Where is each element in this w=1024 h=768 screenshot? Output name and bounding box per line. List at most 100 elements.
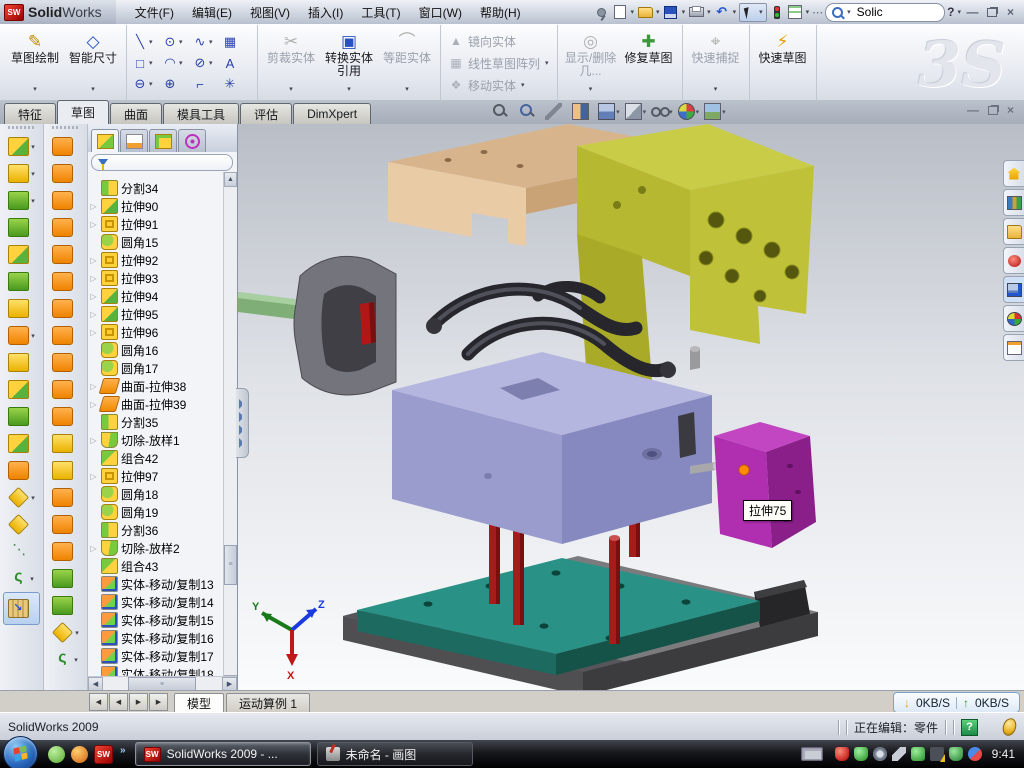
feature-tree-item[interactable]: ▷ 分割34 (89, 179, 223, 197)
ribbon-button[interactable]: ⌒ 等距实体 ▾ (379, 28, 435, 98)
sketch-entity-button[interactable]: ⊖ ▾ (132, 76, 162, 92)
feature-tree-item[interactable]: ▷ 圆角17 (89, 359, 223, 377)
feature-tree-item[interactable]: ▷ 圆角18 (89, 485, 223, 503)
expand-arrow-icon[interactable]: ▷ (89, 274, 98, 283)
toolbar-button[interactable]: ▾ (8, 457, 35, 484)
panel-tab[interactable] (149, 129, 177, 152)
ribbon-button[interactable]: ⚡ 快速草图 ▾ (755, 28, 811, 98)
toolbar-button[interactable]: ▾ (52, 268, 79, 295)
hud-button[interactable]: ▾ (545, 103, 567, 120)
toolbar-button[interactable]: ▾ (9, 565, 34, 592)
toolbar-button[interactable]: ▾ (8, 322, 35, 349)
panel-tab[interactable] (178, 129, 206, 152)
help-button[interactable]: ? (947, 5, 954, 19)
toolbar-button[interactable]: ▾ (52, 592, 79, 619)
task-pane-tab[interactable] (1003, 160, 1024, 187)
toolbar-button[interactable]: ▾ (52, 349, 79, 376)
hud-button[interactable]: ▾ (492, 103, 514, 120)
minimize-button[interactable]: — (964, 5, 981, 20)
feature-tree-item[interactable]: ▷ 拉伸92 (89, 251, 223, 269)
sync-ball-icon[interactable] (968, 747, 982, 761)
feature-tree-item[interactable]: ▷ 实体-移动/复制17 (89, 647, 223, 665)
toolbar-button[interactable]: ▾ (8, 430, 35, 457)
toolbar-button[interactable]: ▾ (52, 538, 79, 565)
sketch-entity-button[interactable]: ⊘ ▾ (192, 55, 222, 71)
ribbon-row-button[interactable]: ❖ 移动实体 ▾ (449, 75, 525, 95)
doc-minimize-button[interactable]: — (967, 103, 979, 117)
sketch-entity-button[interactable]: ╲ ▾ (132, 34, 162, 50)
toolbar-button[interactable]: ▾ (52, 403, 79, 430)
toolbar-button[interactable]: ▾ (8, 349, 35, 376)
ribbon-button[interactable]: ⌖ 快速捕捉 ▾ (688, 28, 744, 98)
feature-tree-item[interactable]: ▷ 实体-移动/复制18 (89, 665, 223, 676)
toolbar-button[interactable]: ▾ (52, 160, 79, 187)
toolbar-button[interactable]: ▾ (8, 214, 35, 241)
toolbar-button[interactable]: ▾ (8, 295, 35, 322)
commandmanager-tab[interactable]: 评估 (240, 103, 292, 124)
feature-tree-item[interactable]: ▷ 圆角19 (89, 503, 223, 521)
menu-item[interactable]: 文件(F) (126, 4, 183, 21)
document-tab[interactable]: 模型 (174, 693, 224, 713)
toolbar-button[interactable]: ▾ (52, 484, 79, 511)
model-magenta-block[interactable] (714, 422, 816, 548)
task-pane-tab[interactable] (1003, 189, 1024, 216)
feature-tree-item[interactable]: ▷ 拉伸93 (89, 269, 223, 287)
tab-scroll-button[interactable]: ▶ (149, 693, 168, 711)
toolbar-button[interactable]: ▾ (52, 565, 79, 592)
commandmanager-tab[interactable]: DimXpert (293, 103, 371, 124)
toolbar-button[interactable]: ▾ (52, 457, 79, 484)
expand-arrow-icon[interactable]: ▷ (89, 400, 98, 409)
phone-icon[interactable] (911, 747, 925, 761)
toolbar-button[interactable]: ▾ (52, 511, 79, 538)
quicklaunch-solidworks-icon[interactable]: SW (94, 745, 113, 764)
sketch-entity-button[interactable]: ▦ ▾ (222, 34, 252, 50)
sketch-entity-button[interactable]: ⌐ ▾ (192, 77, 222, 92)
checklist-icon[interactable] (787, 5, 803, 20)
hud-button[interactable]: ▾ (678, 103, 700, 120)
feature-tree-item[interactable]: ▷ 曲面-拉伸39 (89, 395, 223, 413)
menu-item[interactable]: 工具(T) (352, 4, 409, 21)
sketch-entity-button[interactable]: □ ▾ (132, 56, 162, 71)
toolbar-button[interactable]: ▾ (52, 241, 79, 268)
toolbar-button[interactable]: ▾ (8, 160, 35, 187)
toolbar-button[interactable]: ▾ (8, 268, 35, 295)
feature-tree-item[interactable]: ▷ 组合43 (89, 557, 223, 575)
taskbar-button-solidworks[interactable]: SW SolidWorks 2009 - ... (135, 742, 311, 766)
feature-tree-item[interactable]: ▷ 组合42 (89, 449, 223, 467)
feature-tree-item[interactable]: ▷ 圆角15 (89, 233, 223, 251)
scroll-thumb[interactable]: ≡ (224, 545, 237, 585)
toolbar-button[interactable]: ▾ (8, 187, 35, 214)
service-gear-icon[interactable] (873, 747, 887, 761)
toolbar-button[interactable]: ▾ (52, 430, 79, 457)
taskbar-button-paint[interactable]: 未命名 - 画图 (317, 742, 473, 766)
toolbar-button[interactable]: ▾ (8, 403, 35, 430)
task-pane-tab[interactable] (1003, 334, 1024, 361)
feature-tree-item[interactable]: ▷ 分割36 (89, 521, 223, 539)
security-shield-icon[interactable] (854, 747, 868, 761)
menu-item[interactable]: 窗口(W) (410, 4, 471, 21)
ribbon-row-button[interactable]: ▲ 镜向实体 ▾ (449, 31, 525, 51)
toolbar-button[interactable]: ▾ (9, 538, 34, 565)
ribbon-button[interactable]: ✎ 草图绘制 ▾ (7, 28, 63, 98)
toolbar-button[interactable]: ▾ (8, 511, 35, 538)
ribbon-button[interactable]: ✂ 剪裁实体 ▾ (263, 28, 319, 98)
menu-item[interactable]: 插入(I) (299, 4, 352, 21)
ribbon-button[interactable]: ▣ 转换实体引用 ▾ (321, 28, 377, 98)
feature-tree-item[interactable]: ▷ 实体-移动/复制16 (89, 629, 223, 647)
ribbon-button[interactable]: ✚ 修复草图 ▾ (621, 28, 677, 98)
graphics-viewport[interactable]: 拉伸75 Y Z X (237, 124, 1024, 690)
toolbar-button[interactable]: ▾ (52, 214, 79, 241)
sketch-entity-button[interactable]: ◠ ▾ (162, 55, 192, 71)
sketch-entity-button[interactable]: A ▾ (222, 56, 252, 71)
toolbar-button[interactable]: ▾ (52, 187, 79, 214)
restore-button[interactable] (983, 5, 1000, 20)
quicklaunch-messenger-icon[interactable] (48, 746, 65, 763)
feature-tree-item[interactable]: ▷ 实体-移动/复制14 (89, 593, 223, 611)
tab-scroll-button[interactable]: ▶ (129, 693, 148, 711)
tab-scroll-button[interactable]: ◀ (109, 693, 128, 711)
close-button[interactable]: × (1002, 5, 1019, 20)
expand-arrow-icon[interactable]: ▷ (89, 202, 98, 211)
feature-tree-item[interactable]: ▷ 拉伸90 (89, 197, 223, 215)
expand-arrow-icon[interactable]: ▷ (89, 382, 98, 391)
menu-item[interactable]: 视图(V) (241, 4, 299, 21)
